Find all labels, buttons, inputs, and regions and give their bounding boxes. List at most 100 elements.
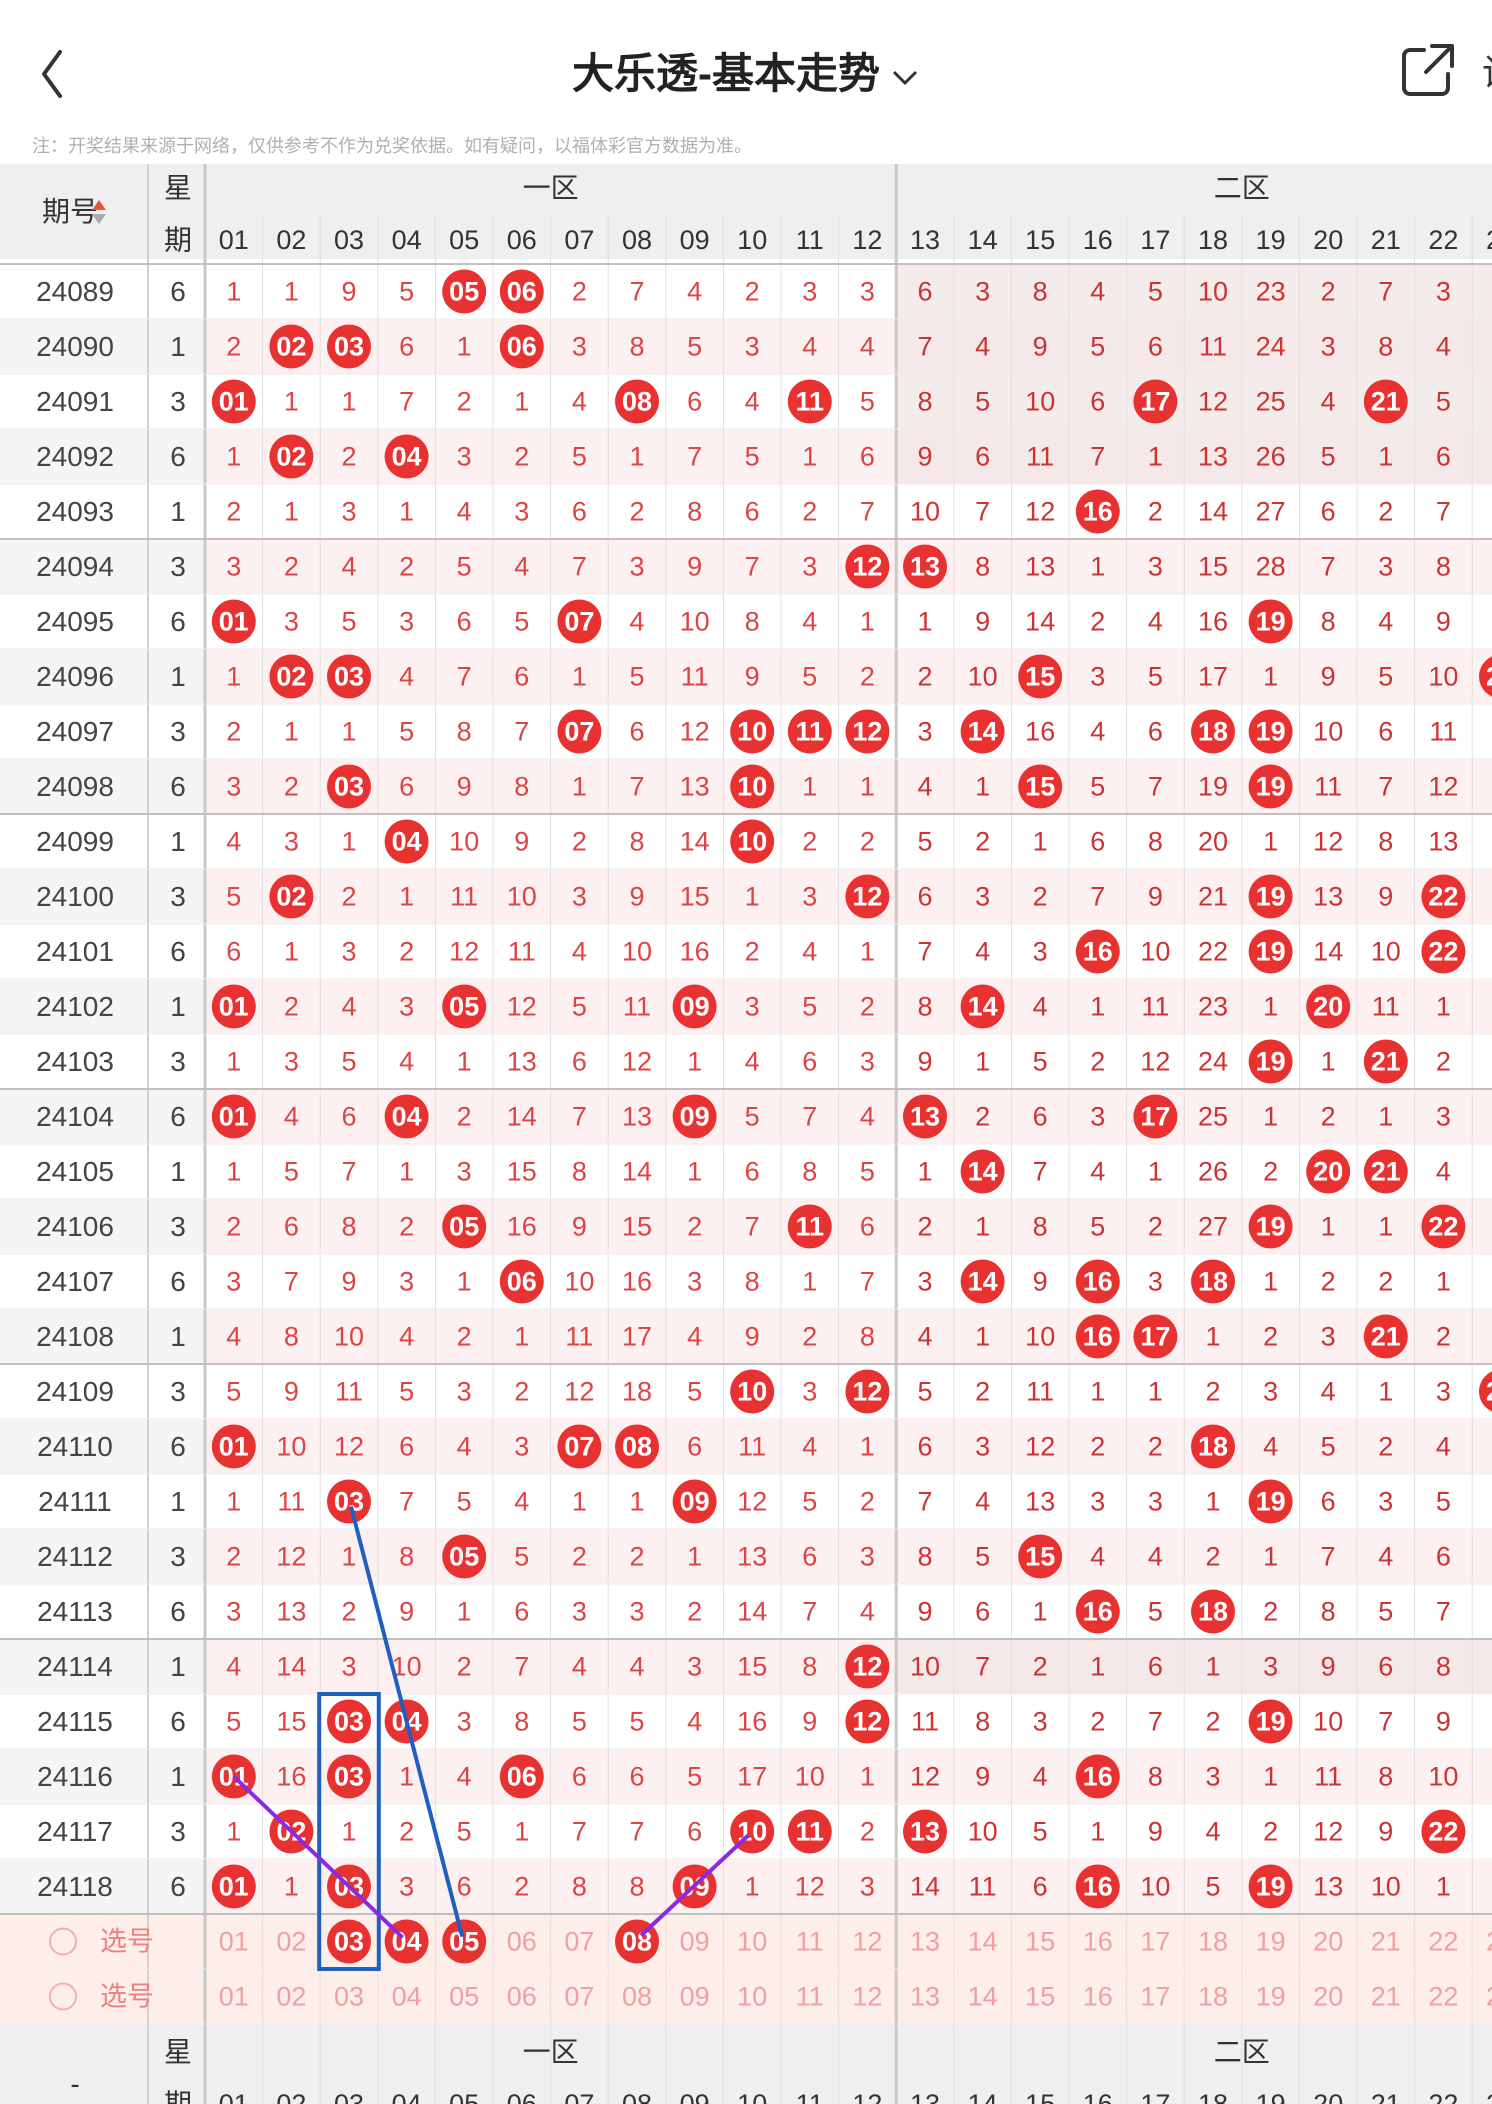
weekday: 1 bbox=[170, 1761, 186, 1792]
weekday: 6 bbox=[170, 1101, 186, 1132]
selectable-number[interactable]: 12 bbox=[852, 1982, 882, 2012]
omission-value: 3 bbox=[457, 442, 472, 472]
selectable-number[interactable]: 22 bbox=[1428, 1927, 1458, 1957]
selectable-number[interactable]: 18 bbox=[1198, 1982, 1228, 2012]
omission-value: 2 bbox=[1321, 1267, 1336, 1297]
omission-value: 5 bbox=[860, 387, 875, 417]
omission-value: 7 bbox=[629, 1817, 644, 1847]
footer-week-bottom: 期 bbox=[164, 2089, 192, 2104]
settings-icon[interactable]: 设 bbox=[1482, 44, 1492, 96]
drawn-ball-number: 15 bbox=[1025, 1542, 1055, 1572]
omission-value: 6 bbox=[975, 1597, 990, 1627]
drawn-ball-number: 20 bbox=[1313, 992, 1343, 1022]
selectable-number[interactable]: 04 bbox=[392, 1982, 422, 2012]
selectable-number[interactable]: 15 bbox=[1025, 1927, 1055, 1957]
omission-value: 10 bbox=[1313, 1707, 1343, 1737]
issue-number: 24103 bbox=[36, 1046, 114, 1077]
selectable-number[interactable]: 17 bbox=[1140, 1927, 1170, 1957]
drawn-ball-number: 19 bbox=[1256, 1707, 1286, 1737]
selectable-number[interactable]: 09 bbox=[680, 1927, 710, 1957]
omission-value: 2 bbox=[745, 937, 760, 967]
omission-value: 3 bbox=[745, 992, 760, 1022]
selectable-number[interactable]: 16 bbox=[1083, 1982, 1113, 2012]
omission-value: 2 bbox=[629, 1542, 644, 1572]
omission-value: 12 bbox=[910, 1762, 940, 1792]
selectable-number[interactable]: 08 bbox=[622, 1982, 652, 2012]
selectable-number[interactable]: 23 bbox=[1486, 1982, 1492, 2012]
selectable-number[interactable]: 23 bbox=[1486, 1927, 1492, 1957]
selectable-number[interactable]: 20 bbox=[1313, 1927, 1343, 1957]
drawn-ball-number: 01 bbox=[219, 1872, 249, 1902]
selectable-number[interactable]: 14 bbox=[968, 1927, 998, 1957]
omission-value: 7 bbox=[629, 772, 644, 802]
selectable-number[interactable]: 02 bbox=[276, 1927, 306, 1957]
selectable-number[interactable]: 11 bbox=[796, 1982, 824, 2012]
selectable-number[interactable]: 06 bbox=[507, 1982, 537, 2012]
selectable-number[interactable]: 13 bbox=[910, 1982, 940, 2012]
issue-number: 24102 bbox=[36, 991, 114, 1022]
drawn-ball-number: 11 bbox=[796, 387, 825, 417]
omission-value: 8 bbox=[284, 1322, 299, 1352]
selectable-number[interactable]: 09 bbox=[680, 1982, 710, 2012]
selectable-number[interactable]: 01 bbox=[219, 1927, 249, 1957]
omission-value: 4 bbox=[860, 1102, 875, 1132]
footer-number-header: 04 bbox=[392, 2089, 422, 2104]
omission-value: 3 bbox=[572, 1597, 587, 1627]
selectable-number[interactable]: 19 bbox=[1256, 1982, 1286, 2012]
selectable-number[interactable]: 15 bbox=[1025, 1982, 1055, 2012]
selectable-number[interactable]: 16 bbox=[1083, 1927, 1113, 1957]
omission-value: 4 bbox=[687, 1707, 702, 1737]
selectable-number[interactable]: 10 bbox=[737, 1927, 767, 1957]
issue-column-header[interactable]: 期号 bbox=[42, 196, 98, 227]
footer-number-header: 20 bbox=[1313, 2089, 1343, 2104]
number-column-header: 07 bbox=[564, 225, 594, 255]
selectable-number[interactable]: 10 bbox=[737, 1982, 767, 2012]
issue-number: 24094 bbox=[36, 551, 114, 582]
selectable-number[interactable]: 11 bbox=[796, 1927, 824, 1957]
selectable-number[interactable]: 20 bbox=[1313, 1982, 1343, 2012]
omission-value: 4 bbox=[745, 387, 760, 417]
selectable-number[interactable]: 01 bbox=[219, 1982, 249, 2012]
selectable-number[interactable]: 22 bbox=[1428, 1982, 1458, 2012]
omission-value: 1 bbox=[226, 1487, 241, 1517]
omission-value: 1 bbox=[341, 387, 356, 417]
omission-value: 2 bbox=[917, 662, 932, 692]
selectable-number[interactable]: 02 bbox=[276, 1982, 306, 2012]
page-title-dropdown[interactable]: 大乐透-基本走势 bbox=[0, 40, 1492, 101]
share-icon[interactable] bbox=[1398, 40, 1458, 100]
weekday: 6 bbox=[170, 1871, 186, 1902]
number-column-header: 22 bbox=[1428, 225, 1458, 255]
selectable-number[interactable]: 18 bbox=[1198, 1927, 1228, 1957]
weekday: 1 bbox=[170, 1156, 186, 1187]
omission-value: 4 bbox=[1090, 277, 1105, 307]
selectable-number[interactable]: 07 bbox=[564, 1982, 594, 2012]
omission-value: 10 bbox=[1313, 717, 1343, 747]
omission-value: 14 bbox=[276, 1652, 306, 1682]
omission-value: 4 bbox=[1378, 607, 1393, 637]
omission-value: 3 bbox=[572, 332, 587, 362]
selected-ball-number[interactable]: 03 bbox=[334, 1927, 364, 1957]
selectable-number[interactable]: 05 bbox=[449, 1982, 479, 2012]
selectable-number[interactable]: 07 bbox=[564, 1927, 594, 1957]
omission-value: 1 bbox=[860, 1432, 875, 1462]
selectable-number[interactable]: 03 bbox=[334, 1982, 364, 2012]
selectable-number[interactable]: 21 bbox=[1371, 1982, 1401, 2012]
omission-value: 19 bbox=[1198, 772, 1228, 802]
selectable-number[interactable]: 12 bbox=[852, 1927, 882, 1957]
selectable-number[interactable]: 06 bbox=[507, 1927, 537, 1957]
selectable-number[interactable]: 21 bbox=[1371, 1927, 1401, 1957]
selectable-number[interactable]: 17 bbox=[1140, 1982, 1170, 2012]
selectable-number[interactable]: 19 bbox=[1256, 1927, 1286, 1957]
issue-number: 24090 bbox=[36, 331, 114, 362]
omission-value: 5 bbox=[284, 1157, 299, 1187]
omission-value: 3 bbox=[1033, 1707, 1048, 1737]
omission-value: 11 bbox=[1199, 332, 1227, 362]
omission-value: 1 bbox=[284, 1872, 299, 1902]
selectable-number[interactable]: 14 bbox=[968, 1982, 998, 2012]
omission-value: 12 bbox=[622, 1047, 652, 1077]
omission-value: 1 bbox=[975, 1047, 990, 1077]
selectable-number[interactable]: 13 bbox=[910, 1927, 940, 1957]
selected-ball-number[interactable]: 05 bbox=[449, 1927, 479, 1957]
number-column-header: 09 bbox=[680, 225, 710, 255]
weekday: 1 bbox=[170, 331, 186, 362]
